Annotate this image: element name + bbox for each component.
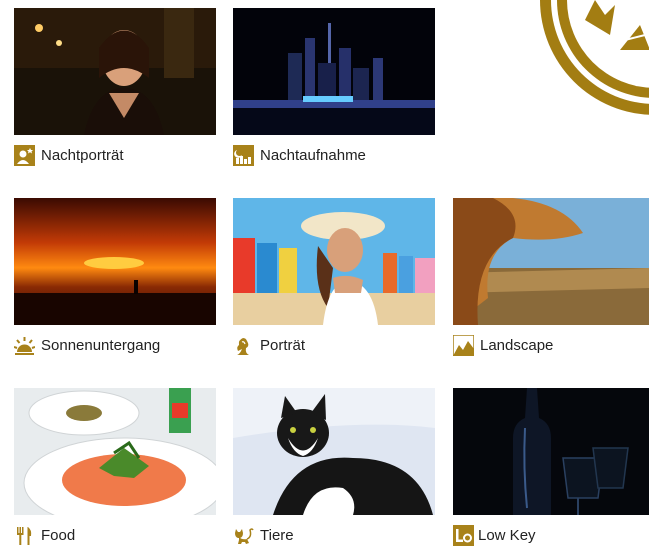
mode-label: Sonnenuntergang <box>41 336 161 354</box>
mode-tile-portrait[interactable]: Porträt <box>233 198 435 358</box>
mode-caption: Nachtporträt <box>14 143 124 167</box>
mode-tile-low-key[interactable]: Low Key <box>453 388 649 548</box>
portrait-icon <box>233 335 254 356</box>
mode-caption: Food <box>14 523 75 547</box>
mode-label: Tiere <box>260 526 294 544</box>
mode-caption: Low Key <box>453 523 536 547</box>
mode-tile-landscape[interactable]: Landscape <box>453 198 649 358</box>
mode-caption: Sonnenuntergang <box>14 333 160 357</box>
mode-label: Nachtporträt <box>41 146 124 164</box>
low-key-thumbnail <box>453 388 649 515</box>
mode-caption: Porträt <box>233 333 305 357</box>
mode-tile-night-scene[interactable]: Nachtaufnahme <box>233 8 435 168</box>
sunset-thumbnail <box>14 198 216 325</box>
mode-tile-sunset[interactable]: Sonnenuntergang <box>14 198 216 358</box>
mode-label: Food <box>41 526 76 544</box>
landscape-icon <box>453 334 474 356</box>
sunset-icon <box>14 335 35 356</box>
low-key-icon <box>453 524 474 546</box>
mode-label: Low Key <box>478 526 536 544</box>
night-scene-thumbnail <box>233 8 435 135</box>
night-scene-icon <box>233 144 254 166</box>
night-portrait-thumbnail <box>14 8 216 135</box>
night-portrait-icon <box>14 144 35 166</box>
mode-caption: Tiere <box>233 523 294 547</box>
pet-icon <box>233 525 254 546</box>
portrait-thumbnail <box>233 198 435 325</box>
mode-tile-pets[interactable]: Tiere <box>233 388 435 548</box>
mode-label: Porträt <box>260 336 306 354</box>
food-thumbnail <box>14 388 216 515</box>
mode-caption: Landscape <box>453 333 553 357</box>
landscape-thumbnail <box>453 198 649 325</box>
mode-tile-night-portrait[interactable]: Nachtporträt <box>14 8 216 168</box>
mode-label: Nachtaufnahme <box>260 146 366 164</box>
mode-tile-food[interactable]: Food <box>14 388 216 548</box>
mode-label: Landscape <box>480 336 554 354</box>
mode-dial-graphic <box>525 0 649 120</box>
mode-caption: Nachtaufnahme <box>233 143 366 167</box>
food-icon <box>14 525 35 546</box>
pets-thumbnail <box>233 388 435 515</box>
